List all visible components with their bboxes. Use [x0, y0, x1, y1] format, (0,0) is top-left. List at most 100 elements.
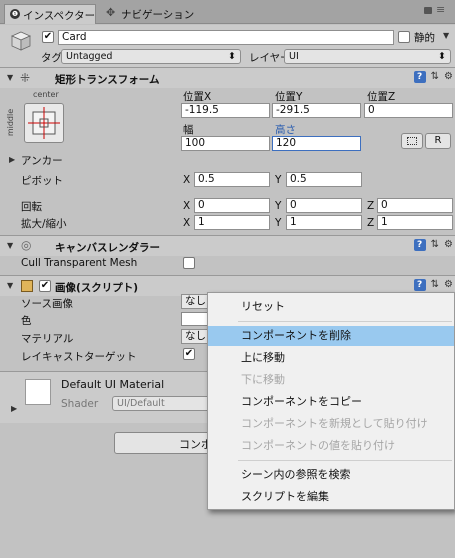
- anchors-label[interactable]: アンカー: [21, 153, 63, 168]
- pivot-label: ピボット: [21, 175, 63, 187]
- tag-value: Untagged: [66, 51, 113, 62]
- rot-z-axis: Z: [367, 200, 375, 212]
- preset-icon[interactable]: ⇅: [431, 279, 439, 290]
- pivot-x-axis: X: [183, 174, 191, 186]
- preset-icon[interactable]: ⇅: [431, 71, 439, 82]
- scale-y-axis: Y: [275, 217, 282, 229]
- pivot-x-field[interactable]: 0.5: [194, 172, 270, 187]
- navigation-icon: ✥: [106, 6, 116, 19]
- scale-z-axis: Z: [367, 217, 375, 229]
- tab-label: ナビゲーション: [121, 9, 195, 21]
- help-icon[interactable]: ?: [413, 71, 426, 83]
- canvas-renderer-header[interactable]: ▼ ◎ キャンバスレンダラー ? ⇅ ⚙: [0, 235, 455, 256]
- rot-x-axis: X: [183, 200, 191, 212]
- settings-gear-icon[interactable]: ⚙: [444, 71, 453, 82]
- settings-gear-icon[interactable]: ⚙: [444, 239, 453, 250]
- context-menu: リセット コンポーネントを削除 上に移動 下に移動 コンポーネントをコピー コン…: [207, 292, 455, 510]
- menu-separator: [238, 460, 452, 461]
- rot-y-axis: Y: [275, 200, 282, 212]
- scale-label: 拡大/縮小: [21, 218, 67, 230]
- scale-z-field[interactable]: 1: [377, 215, 453, 230]
- collapse-triangle-icon[interactable]: ▶: [11, 404, 17, 413]
- menu-item-move-up[interactable]: 上に移動: [208, 348, 454, 368]
- menu-item-remove-component[interactable]: コンポーネントを削除: [208, 326, 454, 346]
- menu-item-move-down: 下に移動: [241, 373, 285, 386]
- raycast-target-label: レイキャストターゲット: [21, 351, 137, 363]
- expand-triangle-icon[interactable]: ▼: [7, 281, 13, 290]
- menu-item-find-references[interactable]: シーン内の参照を検索: [208, 465, 454, 485]
- pivot-y-axis: Y: [275, 174, 282, 186]
- preset-icon[interactable]: ⇅: [431, 239, 439, 250]
- menu-item-reset[interactable]: リセット: [208, 297, 454, 317]
- layer-dropdown[interactable]: UI ⬍: [284, 49, 451, 64]
- lock-icon[interactable]: [424, 7, 432, 14]
- rot-x-field[interactable]: 0: [194, 198, 270, 213]
- menu-item-paste-component-values: コンポーネントの値を貼り付け: [241, 439, 395, 452]
- anchor-preset-side-label: middle: [6, 108, 16, 137]
- anchor-preset-top-label: center: [33, 90, 59, 99]
- tag-label: タグ: [41, 52, 62, 64]
- component-title: 矩形トランスフォーム: [55, 74, 160, 86]
- shader-value: UI/Default: [117, 398, 165, 409]
- image-enabled-checkbox[interactable]: ✔: [39, 280, 51, 292]
- expand-triangle-icon[interactable]: ▼: [7, 241, 13, 250]
- cube-icon: [11, 31, 31, 51]
- component-title: キャンバスレンダラー: [55, 242, 160, 254]
- rot-z-field[interactable]: 0: [377, 198, 453, 213]
- rect-transform-header[interactable]: ▼ ⁜ 矩形トランスフォーム ? ⇅ ⚙: [0, 67, 455, 88]
- menu-icon[interactable]: ≡: [436, 3, 445, 16]
- tab-bar: ❶ インスペクター ✥ ナビゲーション ≡: [0, 0, 455, 24]
- active-checkbox[interactable]: ✔: [42, 31, 54, 43]
- source-image-label: ソース画像: [21, 298, 73, 310]
- object-header: ✔ Card 静的 ▼ タグ Untagged ⬍ レイヤー UI ⬍: [0, 25, 455, 67]
- tab-label: インスペクター: [23, 10, 96, 22]
- cull-transparent-mesh-label: Cull Transparent Mesh: [21, 257, 138, 269]
- image-icon: [21, 280, 33, 292]
- cull-transparent-mesh-checkbox[interactable]: [183, 257, 195, 269]
- height-label: 高さ: [275, 124, 296, 136]
- canvas-renderer-icon: ◎: [21, 238, 32, 252]
- material-label: マテリアル: [21, 333, 74, 345]
- menu-item-paste-component-as-new: コンポーネントを新規として貼り付け: [241, 417, 428, 430]
- tab-navigation[interactable]: ✥ ナビゲーション: [100, 4, 200, 24]
- pos-x-field[interactable]: -119.5: [181, 103, 270, 118]
- scale-y-field[interactable]: 1: [286, 215, 362, 230]
- object-name-field[interactable]: Card: [58, 30, 394, 45]
- tag-dropdown[interactable]: Untagged ⬍: [61, 49, 241, 64]
- anchor-preset-button[interactable]: [24, 103, 64, 143]
- width-field[interactable]: 100: [181, 136, 270, 151]
- static-checkbox[interactable]: [398, 31, 410, 43]
- pos-y-header: 位置Y: [275, 91, 303, 103]
- dotted-rect-icon: [407, 137, 417, 145]
- raycast-target-checkbox[interactable]: ✔: [183, 348, 195, 360]
- layer-value: UI: [289, 51, 299, 62]
- chevron-down-icon[interactable]: ▼: [443, 31, 449, 40]
- help-icon[interactable]: ?: [413, 239, 426, 251]
- rotation-label: 回転: [21, 201, 42, 213]
- rot-y-field[interactable]: 0: [286, 198, 362, 213]
- height-field[interactable]: 120: [272, 136, 361, 151]
- menu-item-edit-script[interactable]: スクリプトを編集: [208, 487, 454, 507]
- rect-transform-body: center middle 位置X 位置Y 位置Z -119.5 -291.5 …: [0, 88, 455, 235]
- expand-triangle-icon[interactable]: ▼: [7, 73, 13, 82]
- anchors-triangle-icon[interactable]: ▶: [9, 155, 15, 164]
- component-header-icons: ? ⇅ ⚙: [413, 71, 453, 83]
- help-icon[interactable]: ?: [413, 279, 426, 291]
- width-label: 幅: [183, 124, 194, 136]
- tab-inspector[interactable]: ❶ インスペクター: [4, 4, 96, 24]
- component-title: 画像(スクリプト): [55, 282, 139, 294]
- pos-z-field[interactable]: 0: [364, 103, 453, 118]
- shader-dropdown[interactable]: UI/Default: [112, 396, 222, 411]
- info-icon: ❶: [10, 9, 20, 19]
- component-header-icons: ? ⇅ ⚙: [413, 239, 453, 251]
- raw-edit-button[interactable]: R: [425, 133, 451, 149]
- settings-gear-icon[interactable]: ⚙: [444, 279, 453, 290]
- material-thumbnail: [25, 379, 51, 405]
- scale-x-field[interactable]: 1: [194, 215, 270, 230]
- rect-transform-icon: ⁜: [20, 71, 31, 85]
- scale-x-axis: X: [183, 217, 191, 229]
- blueprint-mode-button[interactable]: [401, 133, 423, 149]
- pivot-y-field[interactable]: 0.5: [286, 172, 362, 187]
- menu-item-copy-component[interactable]: コンポーネントをコピー: [208, 392, 454, 412]
- pos-y-field[interactable]: -291.5: [272, 103, 361, 118]
